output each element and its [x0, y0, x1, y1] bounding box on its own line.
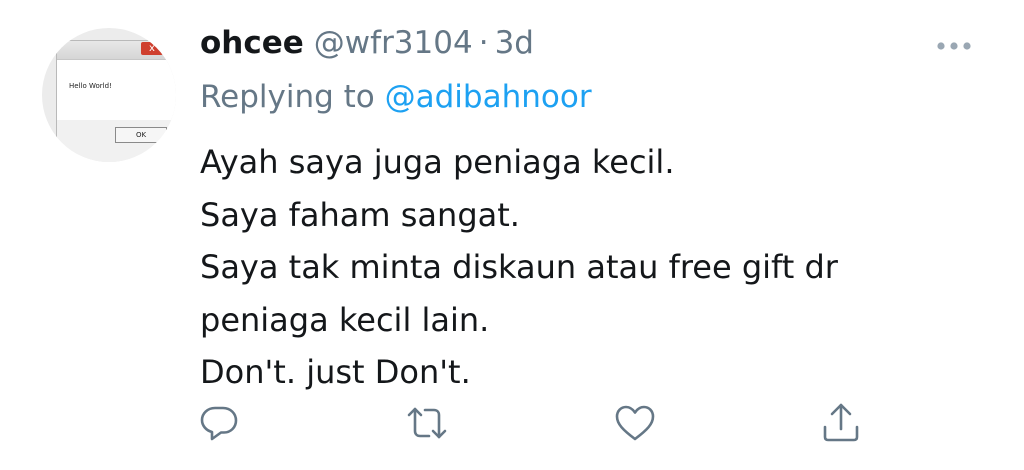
tweet-text-line: Ayah saya juga peniaga kecil. [200, 143, 675, 181]
tweet-text-line: Saya tak minta diskaun atau free gift dr [200, 248, 838, 286]
avatar-dialog-window: x Hello World! OK [56, 40, 176, 162]
like-icon[interactable] [612, 400, 658, 446]
tweet-header: ohcee @wfr3104 · 3d [200, 18, 534, 68]
tweet-text-line: Don't. just Don't. [200, 353, 471, 391]
tweet-text: Ayah saya juga peniaga kecil. Saya faham… [200, 136, 1000, 399]
more-horizontal-icon[interactable] [934, 38, 974, 52]
avatar-dialog-ok-button: OK [115, 127, 167, 143]
tweet-text-line: Saya faham sangat. [200, 195, 520, 234]
tweet-text-line: peniaga kecil lain. [200, 300, 490, 339]
tweet: x Hello World! OK ohcee @wfr3104 · 3d Re… [0, 0, 1024, 470]
reply-icon[interactable] [196, 400, 242, 446]
avatar[interactable]: x Hello World! OK [42, 28, 176, 162]
replying-to-label: Replying to [200, 79, 385, 115]
display-name[interactable]: ohcee [200, 25, 304, 61]
avatar-dialog-text: Hello World! [69, 82, 112, 90]
replying-to-mention[interactable]: @adibahnoor [385, 79, 592, 115]
avatar-dialog-body: Hello World! [57, 60, 176, 120]
avatar-dialog-close-icon: x [141, 42, 163, 55]
user-handle[interactable]: @wfr3104 [314, 25, 473, 61]
share-icon[interactable] [818, 400, 864, 446]
separator-dot: · [478, 25, 489, 61]
tweet-timestamp[interactable]: 3d [495, 25, 534, 61]
avatar-dialog-titlebar: x [57, 41, 176, 60]
tweet-actions [0, 400, 1024, 450]
replying-to: Replying to @adibahnoor [200, 74, 592, 120]
retweet-icon[interactable] [404, 400, 450, 446]
